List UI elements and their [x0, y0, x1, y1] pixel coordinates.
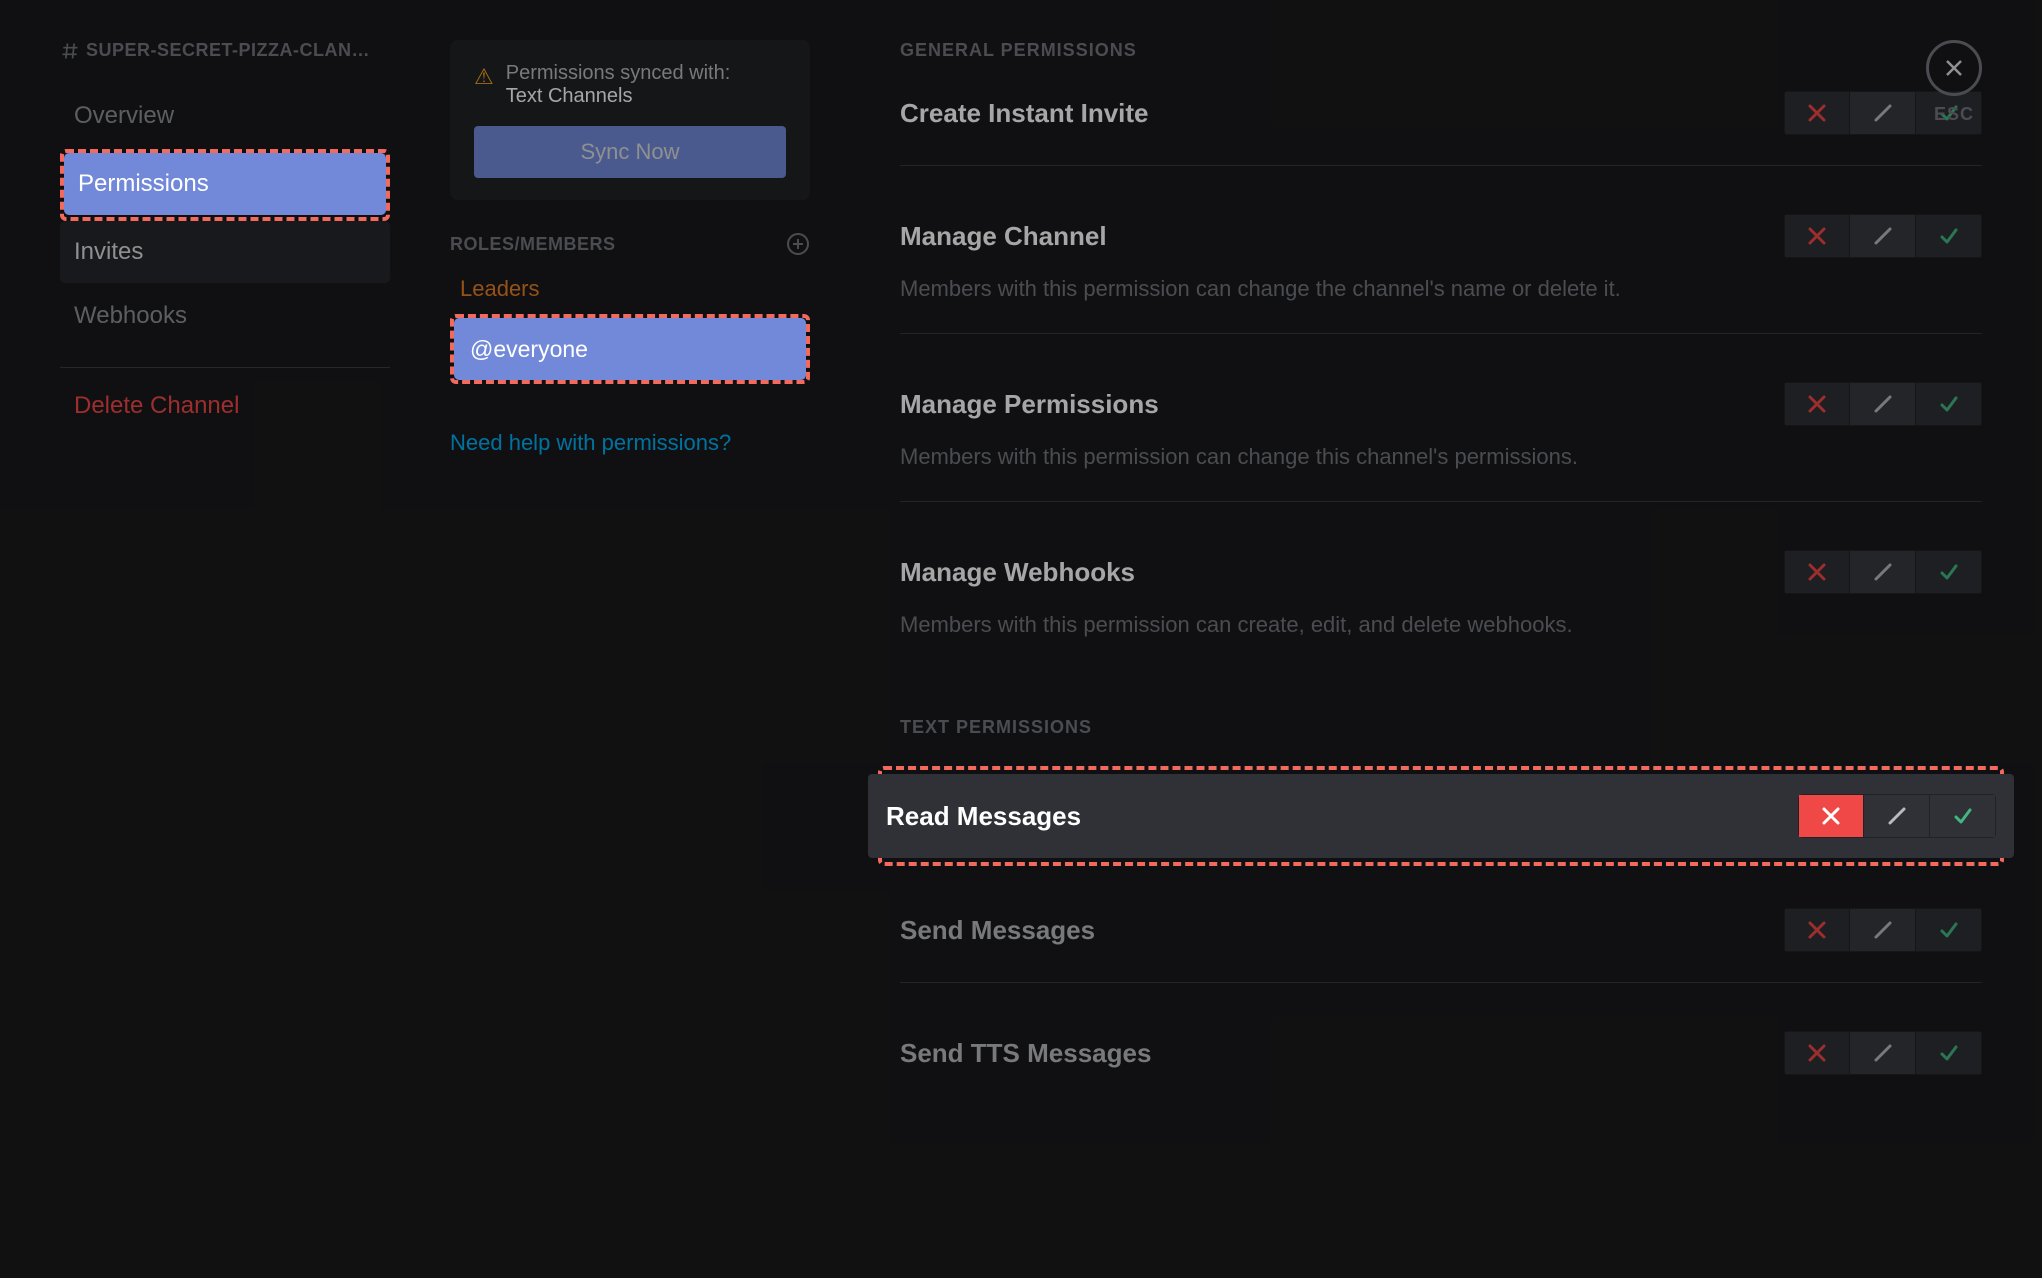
perm-title: Create Instant Invite — [900, 98, 1149, 129]
sync-card: ⚠ Permissions synced with: Text Channels… — [450, 40, 810, 200]
perm-allow[interactable] — [1916, 214, 1982, 258]
perm-passthrough[interactable] — [1850, 908, 1916, 952]
perm-passthrough[interactable] — [1850, 550, 1916, 594]
perm-row-manage-webhooks: Manage Webhooks Members with this permis… — [900, 548, 1982, 647]
channel-title: SUPER-SECRET-PIZZA-CLAN… — [60, 40, 390, 61]
roles-header-label: ROLES/MEMBERS — [450, 234, 616, 255]
perm-passthrough[interactable] — [1850, 214, 1916, 258]
perm-row-read-messages: Read Messages — [886, 792, 1996, 840]
section-header-general: GENERAL PERMISSIONS — [900, 40, 1982, 61]
perm-title: Send Messages — [900, 915, 1095, 946]
close-icon — [1942, 56, 1966, 80]
sync-line2: Text Channels — [506, 85, 731, 108]
permissions-help-link[interactable]: Need help with permissions? — [450, 430, 810, 456]
perm-deny[interactable] — [1784, 908, 1850, 952]
perm-toggle — [1784, 550, 1982, 594]
perm-deny[interactable] — [1784, 382, 1850, 426]
sync-now-button[interactable]: Sync Now — [474, 126, 786, 178]
perm-deny[interactable] — [1784, 550, 1850, 594]
close-settings: ESC — [1926, 40, 1982, 125]
channel-name: SUPER-SECRET-PIZZA-CLAN… — [86, 40, 370, 61]
perm-allow[interactable] — [1916, 382, 1982, 426]
perm-title: Send TTS Messages — [900, 1038, 1151, 1069]
close-label: ESC — [1934, 104, 1974, 125]
hash-icon — [60, 41, 80, 61]
perm-toggle — [1798, 794, 1996, 838]
perm-title: Manage Webhooks — [900, 557, 1135, 588]
perm-deny[interactable] — [1784, 214, 1850, 258]
perm-allow[interactable] — [1930, 794, 1996, 838]
perm-desc: Members with this permission can change … — [900, 440, 1680, 473]
sidebar-item-overview[interactable]: Overview — [60, 85, 390, 147]
perm-deny[interactable] — [1798, 794, 1864, 838]
perm-row-send-messages: Send Messages — [900, 906, 1982, 989]
perm-passthrough[interactable] — [1850, 382, 1916, 426]
perm-toggle — [1784, 214, 1982, 258]
delete-channel-button[interactable]: Delete Channel — [60, 386, 390, 426]
add-role-icon[interactable] — [786, 232, 810, 256]
section-header-text: TEXT PERMISSIONS — [900, 717, 1982, 738]
role-item-everyone[interactable]: @everyone — [454, 318, 806, 380]
perm-row-manage-permissions: Manage Permissions Members with this per… — [900, 380, 1982, 508]
perm-row-create-invite: Create Instant Invite — [900, 89, 1982, 172]
sidebar-item-permissions[interactable]: Permissions — [64, 153, 386, 215]
sidebar-item-label: Permissions — [78, 170, 209, 198]
roles-sidebar: ⚠ Permissions synced with: Text Channels… — [420, 0, 840, 1278]
role-label: @everyone — [470, 336, 588, 363]
help-link-label: Need help with permissions? — [450, 430, 731, 455]
sidebar-item-label: Overview — [74, 102, 174, 130]
sidebar-item-webhooks[interactable]: Webhooks — [60, 285, 390, 347]
close-button[interactable] — [1926, 40, 1982, 96]
annotation-permissions-tab: Permissions — [60, 149, 390, 221]
perm-toggle — [1784, 1031, 1982, 1075]
perm-row-manage-channel: Manage Channel Members with this permiss… — [900, 212, 1982, 340]
roles-header: ROLES/MEMBERS — [450, 232, 810, 256]
sidebar-item-label: Webhooks — [74, 302, 187, 330]
perm-passthrough[interactable] — [1850, 1031, 1916, 1075]
perm-title: Manage Channel — [900, 221, 1107, 252]
sync-line1: Permissions synced with: — [506, 62, 731, 85]
role-label: Leaders — [460, 276, 540, 301]
perm-desc: Members with this permission can create,… — [900, 608, 1680, 641]
sidebar-item-invites[interactable]: Invites — [60, 221, 390, 283]
perm-row-send-tts: Send TTS Messages — [900, 1029, 1982, 1083]
perm-title: Read Messages — [886, 801, 1081, 832]
perm-passthrough[interactable] — [1850, 91, 1916, 135]
permissions-main: GENERAL PERMISSIONS Create Instant Invit… — [840, 0, 2042, 1278]
perm-deny[interactable] — [1784, 91, 1850, 135]
sidebar-item-label: Invites — [74, 238, 143, 266]
perm-toggle — [1784, 382, 1982, 426]
perm-title: Manage Permissions — [900, 389, 1159, 420]
perm-desc: Members with this permission can change … — [900, 272, 1680, 305]
perm-passthrough[interactable] — [1864, 794, 1930, 838]
perm-toggle — [1784, 908, 1982, 952]
delete-channel-label: Delete Channel — [74, 392, 239, 420]
sync-header: ⚠ Permissions synced with: Text Channels — [474, 62, 786, 108]
sync-now-label: Sync Now — [580, 139, 679, 165]
sidebar-divider — [60, 367, 390, 368]
warning-icon: ⚠ — [474, 64, 494, 90]
annotation-everyone-role: @everyone — [450, 314, 810, 384]
perm-allow[interactable] — [1916, 908, 1982, 952]
perm-allow[interactable] — [1916, 1031, 1982, 1075]
annotation-read-messages: Read Messages — [878, 766, 2004, 866]
perm-deny[interactable] — [1784, 1031, 1850, 1075]
perm-allow[interactable] — [1916, 550, 1982, 594]
channel-settings-sidebar: SUPER-SECRET-PIZZA-CLAN… Overview Permis… — [0, 0, 420, 1278]
role-item-leaders[interactable]: Leaders — [450, 270, 810, 308]
